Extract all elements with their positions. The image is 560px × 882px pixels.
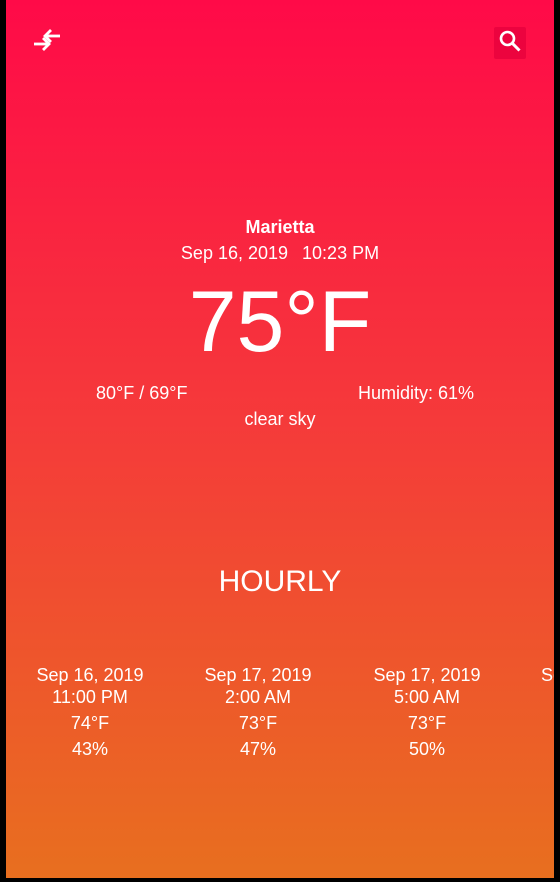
- hourly-humidity: 50%: [408, 739, 446, 759]
- top-bar: [6, 0, 554, 80]
- hourly-humidity: 47%: [239, 739, 277, 759]
- hourly-date: Se: [541, 665, 554, 685]
- hourly-item: Sep 16, 2019 11:00 PM 74°F 43%: [15, 664, 165, 760]
- hourly-temperature: 73°F: [407, 713, 447, 733]
- compare-button[interactable]: [30, 28, 64, 56]
- current-humidity: Humidity: 61%: [358, 383, 475, 403]
- current-time: 10:23 PM: [302, 243, 380, 263]
- search-button[interactable]: [494, 27, 526, 59]
- city-name: Marietta: [245, 217, 315, 237]
- current-datetime: Sep 16, 2019 10:23 PM: [6, 242, 554, 264]
- hourly-date: Sep 17, 2019: [204, 665, 312, 685]
- hourly-date: Sep 17, 2019: [373, 665, 481, 685]
- hourly-item-partial: Se: [520, 664, 554, 686]
- hourly-humidity: 43%: [71, 739, 109, 759]
- hourly-item: Sep 17, 2019 2:00 AM 73°F 47%: [183, 664, 333, 760]
- swap-horizontal-icon: [32, 29, 62, 55]
- high-low-temperature: 80°F / 69°F: [96, 383, 188, 403]
- weather-condition: clear sky: [244, 409, 316, 429]
- hourly-time: 11:00 PM: [52, 687, 128, 707]
- current-date: Sep 16, 2019: [180, 243, 289, 263]
- current-temperature: 75°F: [188, 274, 372, 370]
- hourly-temperature: 73°F: [238, 713, 278, 733]
- hourly-item: Sep 17, 2019 5:00 AM 73°F 50%: [352, 664, 502, 760]
- hourly-forecast-list[interactable]: Sep 16, 2019 11:00 PM 74°F 43% Sep 17, 2…: [6, 664, 554, 764]
- hourly-heading: HOURLY: [218, 565, 342, 598]
- hourly-time: 2:00 AM: [224, 687, 292, 707]
- hourly-temperature: 74°F: [70, 713, 110, 733]
- current-weather: Marietta Sep 16, 2019 10:23 PM: [6, 210, 554, 264]
- hourly-time: 5:00 AM: [393, 687, 461, 707]
- hourly-date: Sep 16, 2019: [36, 665, 144, 685]
- weather-screen: Marietta Sep 16, 2019 10:23 PM 75°F 80°F …: [6, 0, 554, 878]
- search-icon: [498, 29, 522, 57]
